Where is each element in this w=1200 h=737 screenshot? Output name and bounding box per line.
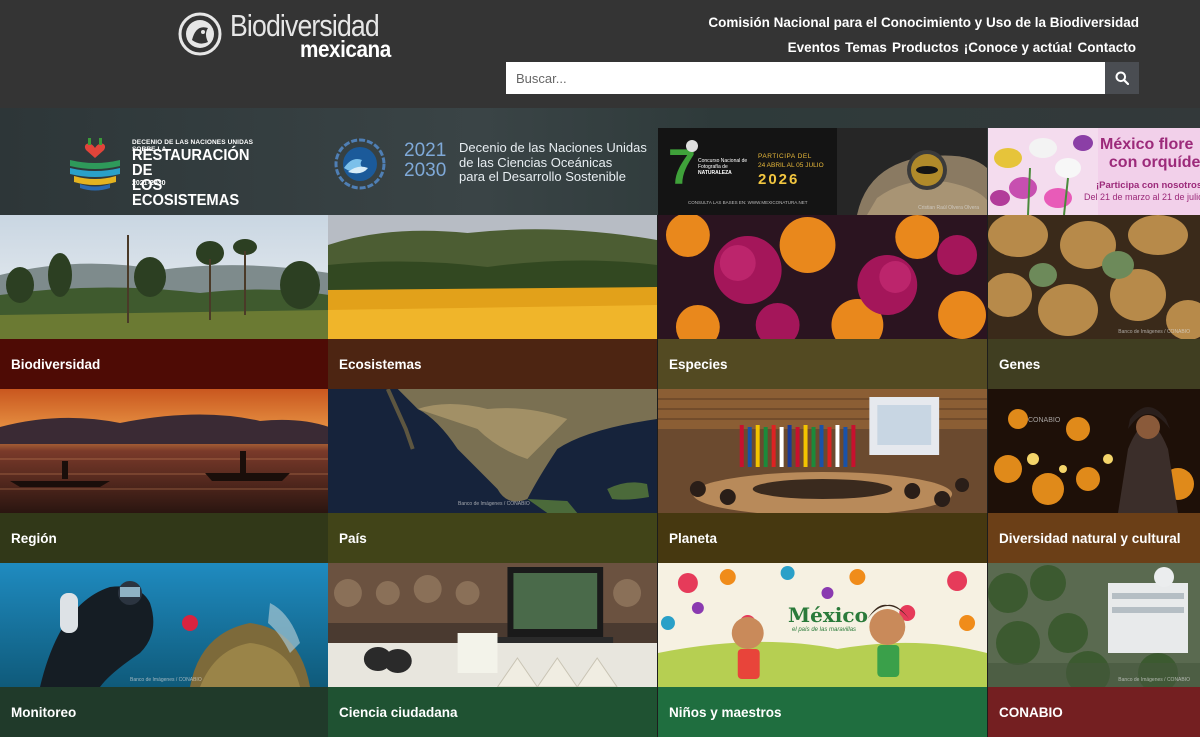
banner-fotografia[interactable]: 7 Concurso Nacional de Fotografía de NATUR…	[658, 128, 987, 215]
restauracion-line4: 2021-2030	[132, 180, 166, 187]
banner-oceanos[interactable]: 2021 2030 Decenio de las Naciones Unidas d…	[332, 138, 652, 190]
tile-diversidad-natural-cultural[interactable]: CONABIO Diversidad natural y cultural	[988, 389, 1200, 563]
nav-contacto[interactable]: Contacto	[1078, 40, 1137, 55]
oceanos-text: Decenio de las Naciones Unidas de las Cie…	[459, 140, 647, 184]
frog-image	[837, 128, 987, 215]
tile-ciencia-ciudadana[interactable]: Ciencia ciudadana	[328, 563, 657, 737]
search-icon	[1115, 71, 1129, 85]
mexico-satellite-image	[328, 389, 657, 513]
banner-strip: DECENIO DE LAS NACIONES UNIDAS SOBRE LA …	[0, 108, 1200, 215]
squash-image	[988, 215, 1200, 339]
main-nav: Eventos Temas Productos ¡Conoce y actúa!…	[783, 40, 1136, 55]
conabio-building-image	[988, 563, 1200, 687]
org-title[interactable]: Comisión Nacional para el Conocimiento y…	[708, 15, 1139, 30]
restauracion-logo-icon	[70, 138, 120, 191]
flower-field-image	[328, 215, 657, 339]
tile-biodiversidad[interactable]: Biodiversidad	[0, 215, 329, 389]
tile-label: Ciencia ciudadana	[328, 687, 657, 737]
tile-label: Genes	[988, 339, 1200, 389]
kids-banner-subtitle: el país de las maravillas	[792, 627, 857, 633]
site-header: Biodiversidad mexicana Comisión Nacional…	[0, 0, 1200, 108]
monitoreo-credit: Banco de Imágenes / CONABIO	[130, 677, 202, 683]
site-logo[interactable]: Biodiversidad mexicana	[178, 10, 393, 62]
tile-region[interactable]: Región	[0, 389, 329, 563]
tile-label: Ecosistemas	[328, 339, 657, 389]
tile-planeta[interactable]: Planeta	[658, 389, 987, 563]
restauracion-line2: RESTAURACIÓN DE LOS ECOSISTEMAS	[132, 147, 250, 209]
day-of-dead-altar-image	[988, 389, 1200, 513]
diver-reef-image	[0, 563, 329, 687]
tile-ninos-maestros[interactable]: México el país de las maravillas Niños y…	[658, 563, 987, 737]
tile-label: Biodiversidad	[0, 339, 329, 389]
tile-label: Región	[0, 513, 329, 563]
tile-genes[interactable]: Banco de Imágenes / CONABIO Genes	[988, 215, 1200, 389]
tile-label: CONABIO	[988, 687, 1200, 737]
orquideas-cta: ¡Participa con nosotros!	[1096, 180, 1200, 191]
fotografia-p2: 24 ABRIL AL 05 JULIO	[758, 162, 824, 169]
tile-monitoreo[interactable]: Banco de Imágenes / CONABIO Monitoreo	[0, 563, 329, 737]
exhibit-table-image	[328, 563, 657, 687]
tile-label: Planeta	[658, 513, 987, 563]
search-button[interactable]	[1105, 62, 1139, 94]
genes-credit: Banco de Imágenes / CONABIO	[1118, 329, 1190, 335]
fotografia-p1: PARTICIPA DEL	[758, 153, 812, 160]
forest-image	[0, 215, 329, 339]
tile-ecosistemas[interactable]: Ecosistemas	[328, 215, 657, 389]
nav-eventos[interactable]: Eventos	[788, 40, 841, 55]
search-input[interactable]	[506, 62, 1105, 94]
tile-label: Especies	[658, 339, 987, 389]
kids-banner-title: México	[788, 603, 868, 627]
tile-pais[interactable]: Banco de Imágenes / CONABIO País	[328, 389, 657, 563]
fotografia-credit: Cristian Raúl Olvera Olvera	[918, 205, 979, 211]
marigold-flowers-image	[658, 215, 987, 339]
orquideas-dates: Del 21 de marzo al 21 de julio de 2	[1084, 192, 1200, 202]
nav-productos[interactable]: Productos	[892, 40, 959, 55]
logo-emblem-icon	[178, 12, 222, 56]
tile-label: Niños y maestros	[658, 687, 987, 737]
banner-restauracion[interactable]: DECENIO DE LAS NACIONES UNIDAS SOBRE LA …	[66, 136, 266, 209]
orquideas-title: México flore con orquíde	[1100, 136, 1200, 171]
fotografia-logo-icon: 7	[668, 139, 698, 195]
fotografia-url: CONSULTA LAS BASES EN: WWW.MEXICONATURA.…	[688, 200, 808, 205]
lake-sunset-image	[0, 389, 329, 513]
nav-temas[interactable]: Temas	[845, 40, 887, 55]
tile-label: Monitoreo	[0, 687, 329, 737]
tile-conabio[interactable]: Banco de Imágenes / CONABIO CONABIO	[988, 563, 1200, 737]
oceanos-logo-icon	[334, 138, 386, 190]
nav-conoce-actua[interactable]: ¡Conoce y actúa!	[964, 40, 1073, 55]
fotografia-name: Concurso Nacional de Fotografía de NATURAL…	[698, 158, 748, 176]
fotografia-year: 2026	[758, 171, 800, 188]
orchids-image	[988, 128, 1098, 215]
logo-sub: mexicana	[300, 36, 391, 62]
tile-label: País	[328, 513, 657, 563]
tile-especies[interactable]: Especies	[658, 215, 987, 389]
search-bar	[506, 62, 1139, 94]
banner-orquideas[interactable]: México flore con orquíde ¡Participa con …	[988, 128, 1200, 215]
pais-credit: Banco de Imágenes / CONABIO	[458, 501, 530, 507]
tile-label: Diversidad natural y cultural	[988, 513, 1200, 563]
oceanos-years: 2021 2030	[404, 140, 447, 181]
conference-room-image	[658, 389, 987, 513]
conabio-credit: Banco de Imágenes / CONABIO	[1118, 677, 1190, 683]
